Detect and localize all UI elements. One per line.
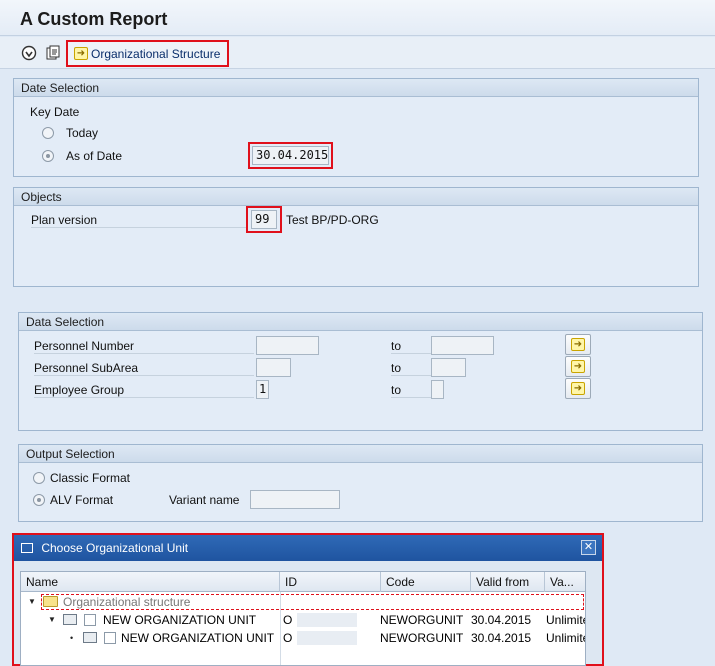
dialog-header: Choose Organizational Unit ✕: [14, 535, 602, 561]
expand-triangle-icon[interactable]: ▼: [48, 611, 56, 629]
row-id-highlight: [297, 631, 357, 645]
plan-version-field[interactable]: 99: [251, 210, 277, 229]
row-name: NEW ORGANIZATION UNIT: [121, 631, 275, 645]
employee-group-label: Employee Group: [34, 383, 254, 398]
row-code: NEWORGUNIT: [380, 631, 464, 645]
tree-header: Name ID Code Valid from Va...: [21, 572, 585, 592]
execute-icon[interactable]: [21, 45, 37, 61]
personnel-subarea-from[interactable]: [256, 358, 291, 377]
row-valid-from: 30.04.2015: [471, 631, 532, 645]
tree-row[interactable]: • NEW ORGANIZATION UNIT O NEWORGUNIT 30.…: [21, 629, 585, 647]
choose-org-unit-dialog: Choose Organizational Unit ✕ Name ID Cod…: [12, 533, 604, 666]
employee-group-to[interactable]: [431, 380, 444, 399]
personnel-subarea-multiple-selection-button[interactable]: ➜: [565, 356, 591, 377]
employee-group-multiple-selection-button[interactable]: ➜: [565, 378, 591, 399]
tree-root-row[interactable]: ▼ Organizational structure: [21, 593, 585, 611]
personnel-number-multiple-selection-button[interactable]: ➜: [565, 334, 591, 355]
row-id: O: [283, 631, 293, 645]
output-selection-group: Output Selection Classic Format ALV Form…: [18, 444, 703, 522]
today-radio[interactable]: [42, 127, 54, 139]
org-unit-tree: Name ID Code Valid from Va... ▼ Organiza…: [20, 571, 586, 666]
data-selection-group: Data Selection Personnel Number to ➜ Per…: [18, 312, 703, 431]
title-bar: A Custom Report: [0, 0, 715, 36]
column-id[interactable]: ID: [280, 572, 381, 592]
personnel-number-label: Personnel Number: [34, 339, 254, 354]
personnel-subarea-label: Personnel SubArea: [34, 361, 254, 376]
dialog-title: Choose Organizational Unit: [41, 541, 189, 555]
employee-group-to-label: to: [391, 383, 431, 398]
row-valid-to: Unlimited: [546, 613, 585, 627]
arrow-right-icon: ➜: [74, 47, 88, 60]
output-selection-heading: Output Selection: [19, 445, 702, 463]
date-selection-group: Date Selection Key Date Today As of Date…: [13, 78, 699, 177]
objects-group: Objects Plan version 99 Test BP/PD-ORG: [13, 187, 699, 287]
row-id: O: [283, 613, 293, 627]
objects-heading: Objects: [14, 188, 698, 206]
column-code[interactable]: Code: [381, 572, 471, 592]
variant-name-label: Variant name: [169, 493, 240, 507]
row-valid-from: 30.04.2015: [471, 613, 532, 627]
plan-version-text: Test BP/PD-ORG: [286, 213, 379, 227]
close-icon[interactable]: ✕: [581, 540, 596, 555]
row-id-highlight: [297, 613, 357, 627]
alv-format-label: ALV Format: [50, 493, 114, 507]
plan-version-label: Plan version: [31, 213, 246, 228]
organizational-structure-button[interactable]: ➜ Organizational Structure: [66, 40, 229, 67]
personnel-number-to-label: to: [391, 339, 431, 354]
row-code: NEWORGUNIT: [380, 613, 464, 627]
today-label: Today: [66, 126, 99, 140]
employee-group-from[interactable]: 1: [256, 380, 269, 399]
column-valid-to[interactable]: Va...: [545, 572, 585, 592]
application-toolbar: ➜ Organizational Structure: [0, 37, 715, 69]
row-checkbox[interactable]: [84, 614, 96, 626]
key-date-label: Key Date: [30, 105, 80, 119]
org-unit-icon: [83, 632, 97, 643]
expand-triangle-icon[interactable]: ▼: [28, 593, 36, 611]
alv-format-radio[interactable]: [33, 494, 45, 506]
as-of-date-label: As of Date: [66, 149, 123, 163]
row-checkbox[interactable]: [104, 632, 116, 644]
organizational-structure-label: Organizational Structure: [91, 46, 221, 61]
classic-format-label: Classic Format: [50, 471, 131, 485]
folder-icon: [43, 596, 58, 607]
tree-row[interactable]: ▼ NEW ORGANIZATION UNIT O NEWORGUNIT 30.…: [21, 611, 585, 629]
row-valid-to: Unlimited: [546, 631, 585, 645]
save-variant-icon[interactable]: [45, 45, 61, 61]
as-of-date-radio[interactable]: [42, 150, 54, 162]
column-name[interactable]: Name: [21, 572, 280, 592]
variant-name-field[interactable]: [250, 490, 340, 509]
arrow-right-icon: ➜: [571, 360, 585, 373]
dialog-icon: [21, 543, 33, 553]
tree-column-divider: [280, 592, 281, 665]
arrow-right-icon: ➜: [571, 382, 585, 395]
personnel-subarea-to[interactable]: [431, 358, 466, 377]
personnel-subarea-to-label: to: [391, 361, 431, 376]
classic-format-radio[interactable]: [33, 472, 45, 484]
data-selection-heading: Data Selection: [19, 313, 702, 331]
personnel-number-from[interactable]: [256, 336, 319, 355]
column-valid-from[interactable]: Valid from: [471, 572, 545, 592]
row-name: NEW ORGANIZATION UNIT: [103, 613, 257, 627]
tree-root-label: Organizational structure: [63, 595, 191, 609]
personnel-number-to[interactable]: [431, 336, 494, 355]
org-unit-icon: [63, 614, 77, 625]
arrow-right-icon: ➜: [571, 338, 585, 351]
date-selection-heading: Date Selection: [14, 79, 698, 97]
leaf-bullet-icon: •: [70, 633, 74, 643]
page-title: A Custom Report: [20, 9, 168, 29]
as-of-date-field[interactable]: 30.04.2015: [252, 146, 329, 165]
